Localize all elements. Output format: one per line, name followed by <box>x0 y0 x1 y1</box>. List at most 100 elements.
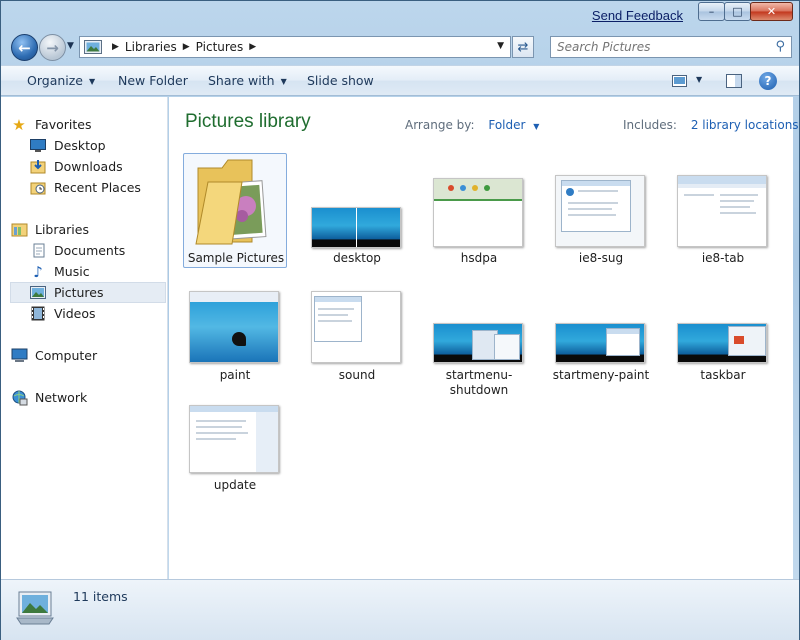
file-item-desktop[interactable]: desktop <box>305 153 409 268</box>
file-item-ie8-sug[interactable]: ie8-sug <box>549 153 653 268</box>
library-locations-link[interactable]: 2 library locations <box>691 118 799 132</box>
share-with-label: Share with <box>208 73 275 88</box>
file-name: startmeny-paint <box>552 368 650 382</box>
help-button[interactable]: ? <box>759 72 777 90</box>
pictures-library-icon <box>84 40 102 54</box>
file-item-ie8-tab[interactable]: ie8-tab <box>671 153 775 268</box>
star-icon: ★ <box>12 115 26 134</box>
file-item-sample-pictures[interactable]: Sample Pictures <box>183 153 287 268</box>
nav-music[interactable]: ♪ Music <box>29 261 166 282</box>
film-strip-icon <box>29 306 47 322</box>
explorer-window: Send Feedback – □ ✕ ← → ▼ ▶ Libraries ▶ … <box>0 0 800 640</box>
minimize-button[interactable]: – <box>698 2 725 21</box>
includes-label: Includes: <box>623 118 677 132</box>
organize-menu[interactable]: Organize ▼ <box>27 73 95 88</box>
address-dropdown-icon[interactable]: ▼ <box>497 41 504 51</box>
file-item-update[interactable]: update <box>183 399 287 499</box>
status-bar: 11 items <box>1 579 799 640</box>
close-button[interactable]: ✕ <box>750 2 793 21</box>
nav-documents[interactable]: Documents <box>29 240 166 261</box>
organize-label: Organize <box>27 73 83 88</box>
nav-videos[interactable]: Videos <box>29 303 166 324</box>
breadcrumb-separator-icon[interactable]: ▶ <box>183 42 190 52</box>
breadcrumb-pictures[interactable]: Pictures <box>196 40 244 54</box>
file-item-sound[interactable]: sound <box>305 273 409 383</box>
file-item-startmeny-paint[interactable]: startmeny-paint <box>549 273 653 383</box>
nav-downloads[interactable]: Downloads <box>29 156 166 177</box>
search-icon[interactable]: ⚲ <box>775 39 785 54</box>
nav-recent-places-label: Recent Places <box>54 180 141 195</box>
chevron-down-icon: ▼ <box>89 77 96 86</box>
file-name: ie8-tab <box>701 251 745 265</box>
recent-pages-dropdown[interactable]: ▼ <box>67 41 74 51</box>
nav-favorites-label: Favorites <box>35 117 92 132</box>
change-view-icon[interactable] <box>672 75 687 87</box>
nav-videos-label: Videos <box>54 306 96 321</box>
image-thumbnail <box>311 291 401 363</box>
refresh-button[interactable]: ⇄ <box>512 36 534 58</box>
chevron-down-icon[interactable]: ▼ <box>533 122 539 131</box>
image-thumbnail <box>555 323 645 363</box>
file-name: ie8-sug <box>578 251 624 265</box>
pictures-library-large-icon <box>16 591 54 625</box>
file-name: hsdpa <box>460 251 498 265</box>
search-input[interactable] <box>557 40 757 54</box>
nav-desktop[interactable]: Desktop <box>29 135 166 156</box>
nav-computer[interactable]: Computer <box>10 345 166 366</box>
arrange-by: Arrange by: Folder ▼ <box>405 118 539 132</box>
recent-places-icon <box>29 180 47 196</box>
refresh-icon: ⇄ <box>517 39 529 55</box>
music-note-icon: ♪ <box>33 262 43 281</box>
page-title: Pictures library <box>185 111 311 132</box>
caption-buttons: – □ ✕ <box>698 2 793 21</box>
file-name: Sample Pictures <box>187 251 285 265</box>
file-item-hsdpa[interactable]: hsdpa <box>427 153 531 268</box>
back-button[interactable]: ← <box>11 34 38 61</box>
file-item-paint[interactable]: paint <box>183 273 287 383</box>
image-thumbnail <box>189 291 279 363</box>
file-name: sound <box>338 368 376 382</box>
breadcrumb-separator-icon[interactable]: ▶ <box>112 42 119 52</box>
search-box[interactable]: ⚲ <box>550 36 792 58</box>
content-pane: Pictures library Arrange by: Folder ▼ In… <box>169 97 799 579</box>
file-name: update <box>213 478 257 492</box>
library-includes: Includes: 2 library locations <box>623 118 799 132</box>
title-bar: Send Feedback – □ ✕ <box>1 1 799 31</box>
nav-computer-label: Computer <box>35 348 98 363</box>
nav-recent-places[interactable]: Recent Places <box>29 177 166 198</box>
image-thumbnail <box>433 178 523 247</box>
documents-icon <box>29 243 47 259</box>
file-name: taskbar <box>700 368 746 382</box>
back-arrow-icon: ← <box>18 38 31 57</box>
forward-button[interactable]: → <box>39 34 66 61</box>
image-thumbnail <box>555 175 645 247</box>
address-bar[interactable]: ▶ Libraries ▶ Pictures ▶ ▼ <box>79 36 511 58</box>
image-thumbnail <box>311 207 401 248</box>
navigation-pane: ★ Favorites Desktop Downloads Recent Pla… <box>1 97 168 579</box>
maximize-button[interactable]: □ <box>724 2 751 21</box>
file-item-taskbar[interactable]: taskbar <box>671 273 775 383</box>
new-folder-button[interactable]: New Folder <box>118 73 188 88</box>
arrange-by-dropdown[interactable]: Folder <box>488 118 525 132</box>
item-count: 11 items <box>73 589 128 604</box>
nav-desktop-label: Desktop <box>54 138 106 153</box>
nav-pictures[interactable]: Pictures <box>10 282 166 303</box>
nav-favorites[interactable]: ★ Favorites <box>10 114 166 135</box>
file-name: startmenu-shutdown <box>445 368 513 397</box>
preview-pane-icon[interactable] <box>726 74 742 88</box>
file-item-startmenu-shutdown[interactable]: startmenu-shutdown <box>427 273 531 403</box>
nav-libraries[interactable]: Libraries <box>10 219 166 240</box>
libraries-icon <box>10 222 28 238</box>
slide-show-button[interactable]: Slide show <box>307 73 374 88</box>
share-with-menu[interactable]: Share with ▼ <box>208 73 287 88</box>
send-feedback-link[interactable]: Send Feedback <box>592 8 683 23</box>
breadcrumb-libraries[interactable]: Libraries <box>125 40 177 54</box>
nav-network[interactable]: Network <box>10 387 166 408</box>
desktop-icon <box>29 138 47 154</box>
forward-arrow-icon: → <box>46 38 59 57</box>
nav-downloads-label: Downloads <box>54 159 123 174</box>
view-options-dropdown-icon[interactable]: ▼ <box>696 75 702 84</box>
breadcrumb-separator-icon[interactable]: ▶ <box>249 42 256 52</box>
nav-pictures-label: Pictures <box>54 285 104 300</box>
file-name: desktop <box>333 251 381 265</box>
